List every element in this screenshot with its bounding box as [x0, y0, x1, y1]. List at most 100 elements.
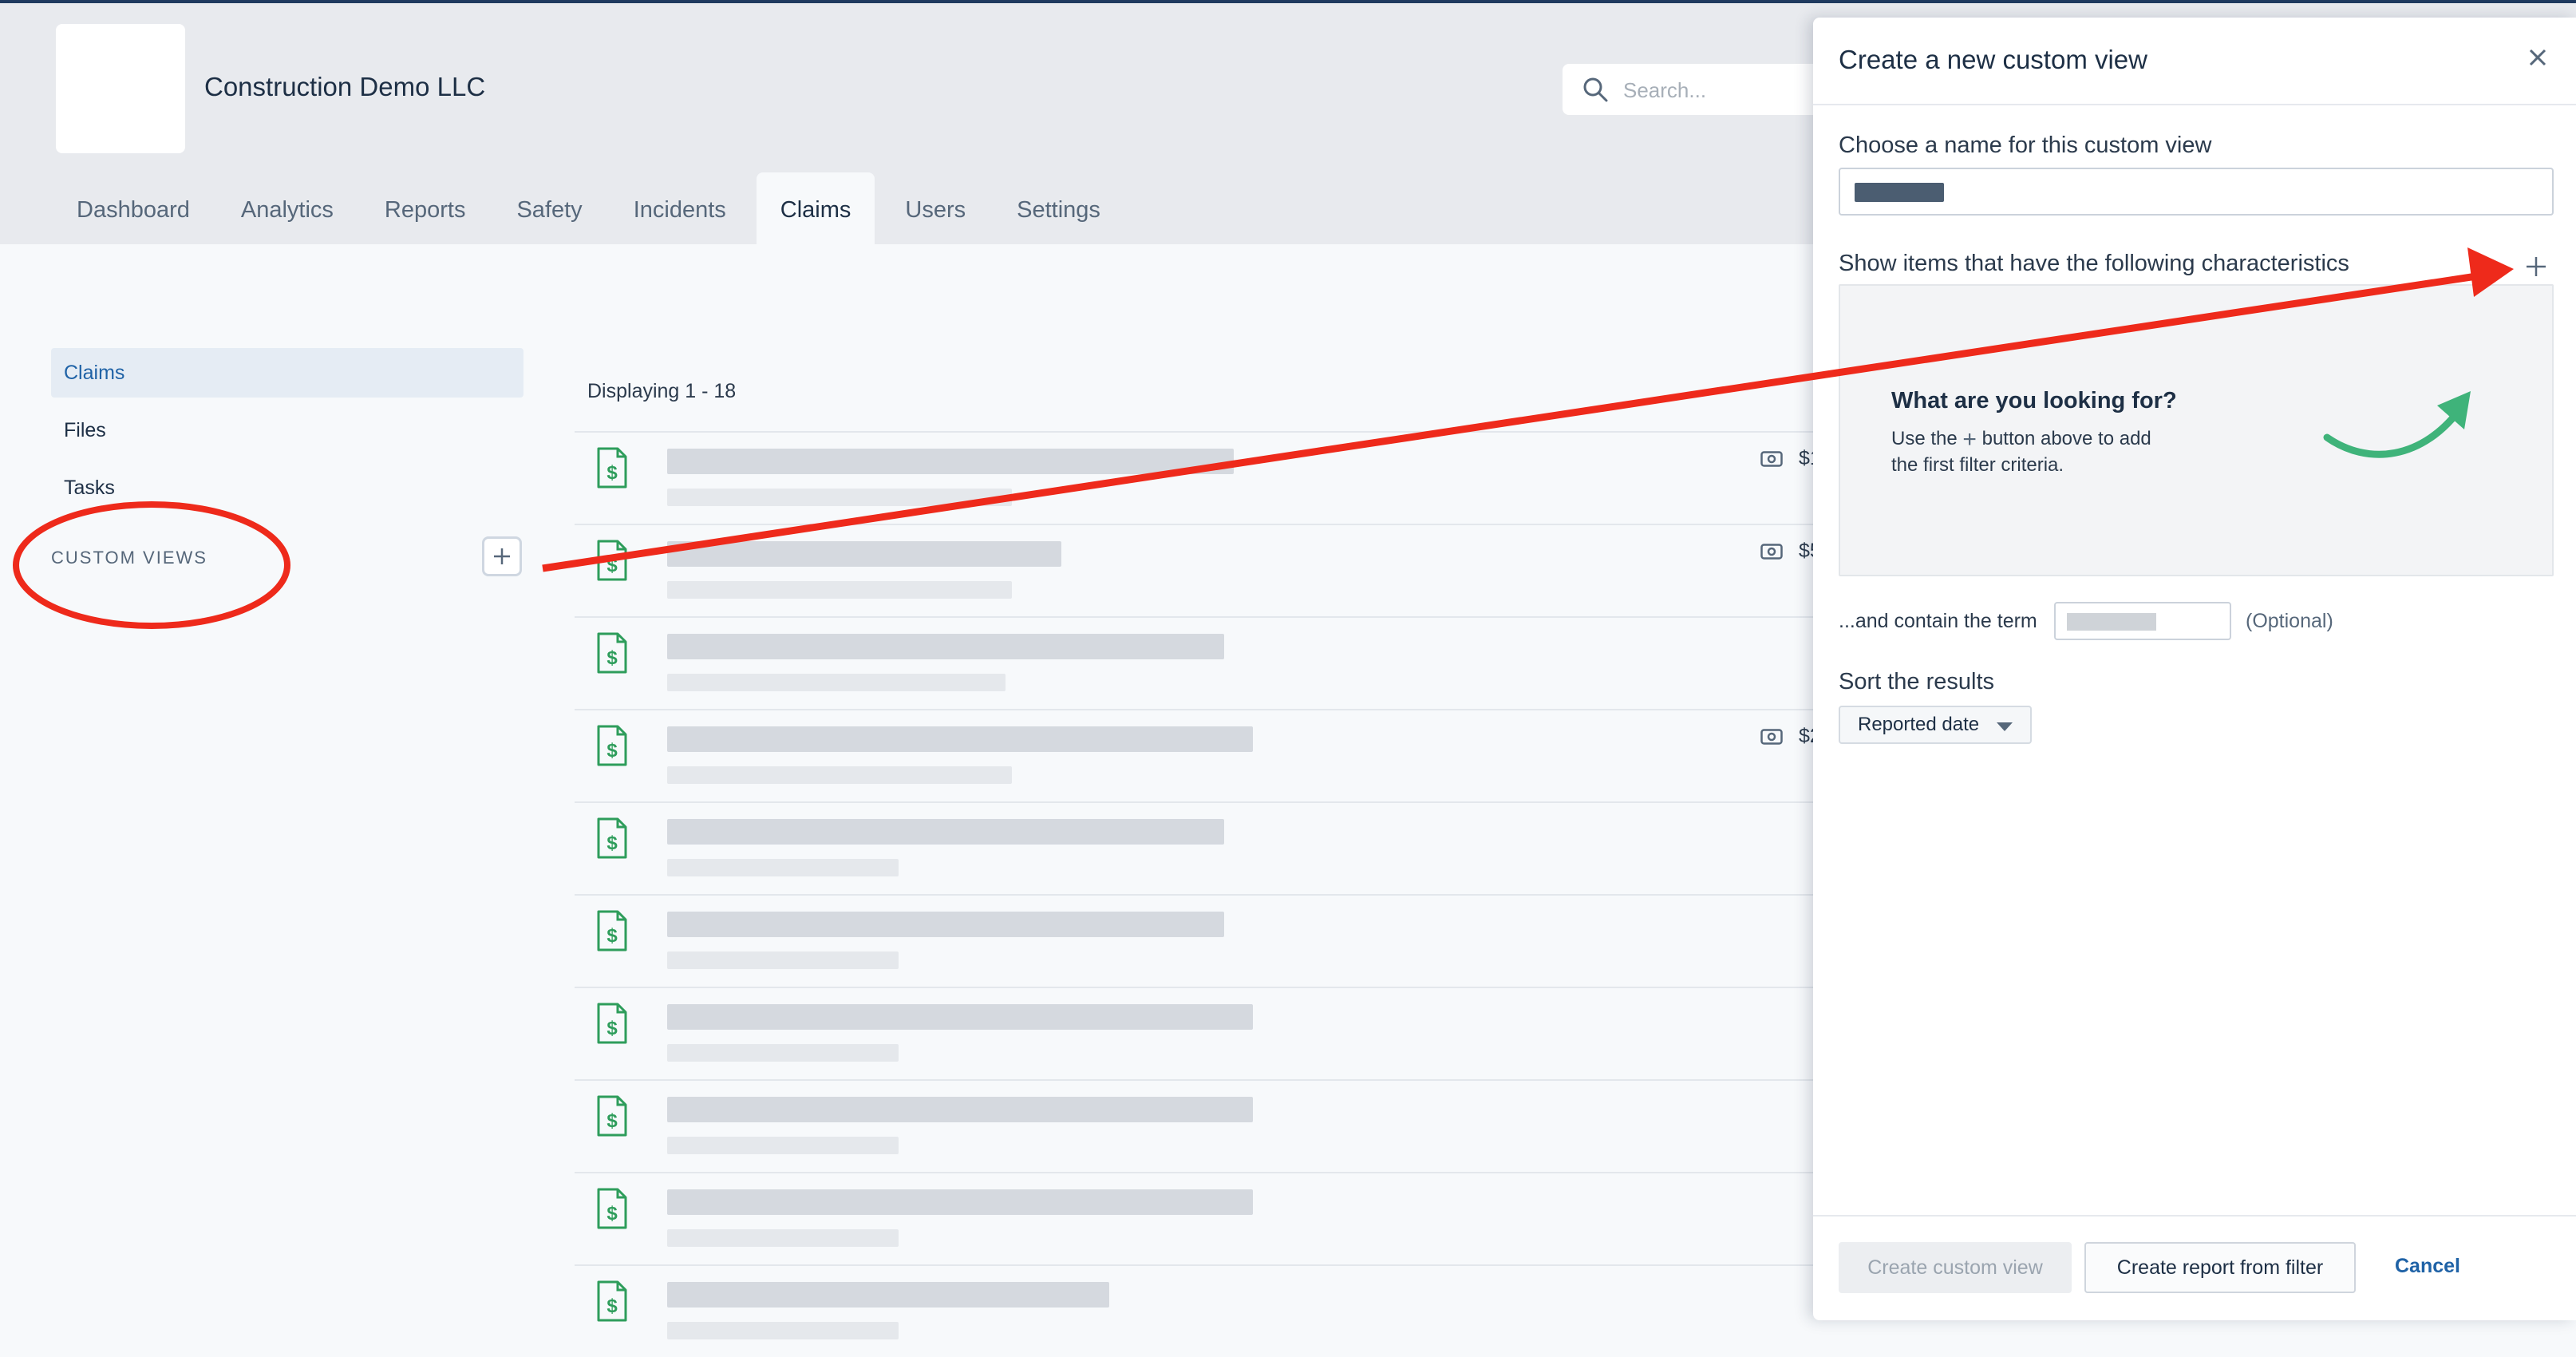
company-name: Construction Demo LLC [204, 72, 486, 101]
add-custom-view-button[interactable] [482, 536, 522, 576]
document-dollar-icon: $ [595, 1188, 629, 1233]
row-title-redacted [667, 912, 1224, 937]
money-icon [1760, 450, 1791, 467]
sort-value: Reported date [1858, 714, 1980, 735]
sidebar-item-claims[interactable]: Claims [51, 348, 523, 398]
row-subtitle-redacted [667, 581, 1012, 599]
add-filter-icon[interactable] [2520, 251, 2552, 283]
row-title-redacted [667, 634, 1224, 659]
document-dollar-icon: $ [595, 1003, 629, 1048]
document-dollar-icon: $ [595, 632, 629, 678]
row-subtitle-redacted [667, 1229, 899, 1247]
table-row[interactable]: $ [575, 1264, 1819, 1357]
claims-list: $$1,$$5,$$$2,$$$$$$ [575, 431, 1827, 1357]
sidebar-item-files[interactable]: Files [51, 406, 523, 455]
close-icon[interactable] [2522, 42, 2554, 73]
cancel-button[interactable]: Cancel [2372, 1242, 2483, 1293]
money-icon [1760, 728, 1791, 745]
row-title-redacted [667, 1097, 1253, 1122]
svg-text:$: $ [606, 462, 618, 484]
sort-select[interactable]: Reported date [1839, 706, 2032, 744]
svg-text:$: $ [606, 555, 618, 576]
svg-text:$: $ [606, 1110, 618, 1132]
table-row[interactable]: $ [575, 1172, 1819, 1264]
tab-reports[interactable]: Reports [364, 172, 487, 247]
panel-title: Create a new custom view [1839, 45, 2147, 74]
plus-icon: + [1962, 426, 1977, 453]
svg-text:$: $ [606, 925, 618, 947]
row-title-redacted [667, 541, 1061, 567]
term-value-redacted [2067, 613, 2156, 631]
name-label: Choose a name for this custom view [1839, 133, 2212, 158]
table-row[interactable]: $ [575, 1079, 1819, 1172]
empty-state-title: What are you looking for? [1891, 388, 2177, 413]
sidebar-item-tasks[interactable]: Tasks [51, 463, 523, 512]
plus-icon [494, 548, 510, 564]
tab-settings[interactable]: Settings [996, 172, 1121, 247]
row-title-redacted [667, 1282, 1109, 1308]
row-subtitle-redacted [667, 1044, 899, 1062]
table-row[interactable]: $ [575, 801, 1819, 894]
document-dollar-icon: $ [595, 447, 629, 493]
row-subtitle-redacted [667, 1137, 899, 1154]
empty-desc-prefix: Use the [1891, 428, 1958, 449]
row-subtitle-redacted [667, 1322, 899, 1339]
svg-text:$: $ [606, 1203, 618, 1224]
curved-arrow-icon [2323, 391, 2471, 458]
search-box[interactable] [1563, 64, 1834, 117]
row-subtitle-redacted [667, 951, 899, 969]
company-logo [56, 24, 185, 153]
search-input[interactable] [1622, 64, 1824, 117]
characteristics-label: Show items that have the following chara… [1839, 251, 2349, 276]
row-title-redacted [667, 819, 1224, 845]
tab-users[interactable]: Users [884, 172, 986, 247]
row-subtitle-redacted [667, 674, 1006, 691]
money-icon [1760, 543, 1791, 560]
create-custom-view-button[interactable]: Create custom view [1839, 1242, 2072, 1293]
document-dollar-icon: $ [595, 1095, 629, 1141]
panel-header-divider [1813, 104, 2576, 105]
table-row[interactable]: $ [575, 987, 1819, 1079]
view-name-input[interactable] [1839, 168, 2554, 216]
tab-analytics[interactable]: Analytics [220, 172, 354, 247]
empty-state-description: Use the + button above to add the first … [1891, 426, 2163, 478]
svg-text:$: $ [606, 1296, 618, 1317]
document-dollar-icon: $ [595, 1280, 629, 1326]
displaying-count: Displaying 1 - 18 [587, 380, 737, 402]
document-dollar-icon: $ [595, 817, 629, 863]
svg-text:$: $ [606, 647, 618, 669]
tab-claims[interactable]: Claims [756, 172, 875, 247]
sort-label: Sort the results [1839, 669, 1995, 694]
row-subtitle-redacted [667, 859, 899, 876]
row-subtitle-redacted [667, 766, 1012, 784]
panel-footer-divider [1813, 1215, 2576, 1217]
row-title-redacted [667, 1189, 1253, 1215]
row-title-redacted [667, 1004, 1253, 1030]
document-dollar-icon: $ [595, 540, 629, 585]
filter-empty-state: What are you looking for? Use the + butt… [1839, 284, 2554, 576]
row-title-redacted [667, 726, 1253, 752]
svg-text:$: $ [606, 740, 618, 762]
row-subtitle-redacted [667, 489, 1012, 506]
main-nav: Dashboard Analytics Reports Safety Incid… [56, 172, 1131, 247]
term-input[interactable] [2054, 602, 2231, 640]
search-icon [1583, 77, 1608, 102]
table-row[interactable]: $$2, [575, 709, 1827, 801]
document-dollar-icon: $ [595, 725, 629, 770]
chevron-down-icon [1997, 722, 2013, 731]
document-dollar-icon: $ [595, 910, 629, 955]
table-row[interactable]: $$5, [575, 524, 1827, 616]
table-row[interactable]: $ [575, 616, 1819, 709]
custom-views-label: CUSTOM VIEWS [51, 548, 207, 568]
term-optional-label: (Optional) [2246, 610, 2333, 632]
name-value-redacted [1855, 183, 1944, 202]
tab-safety[interactable]: Safety [496, 172, 603, 247]
row-title-redacted [667, 449, 1234, 474]
term-label: ...and contain the term [1839, 610, 2037, 632]
create-report-button[interactable]: Create report from filter [2084, 1242, 2356, 1293]
tab-incidents[interactable]: Incidents [613, 172, 747, 247]
table-row[interactable]: $$1, [575, 431, 1827, 524]
svg-text:$: $ [606, 1018, 618, 1039]
tab-dashboard[interactable]: Dashboard [56, 172, 211, 247]
table-row[interactable]: $ [575, 894, 1819, 987]
